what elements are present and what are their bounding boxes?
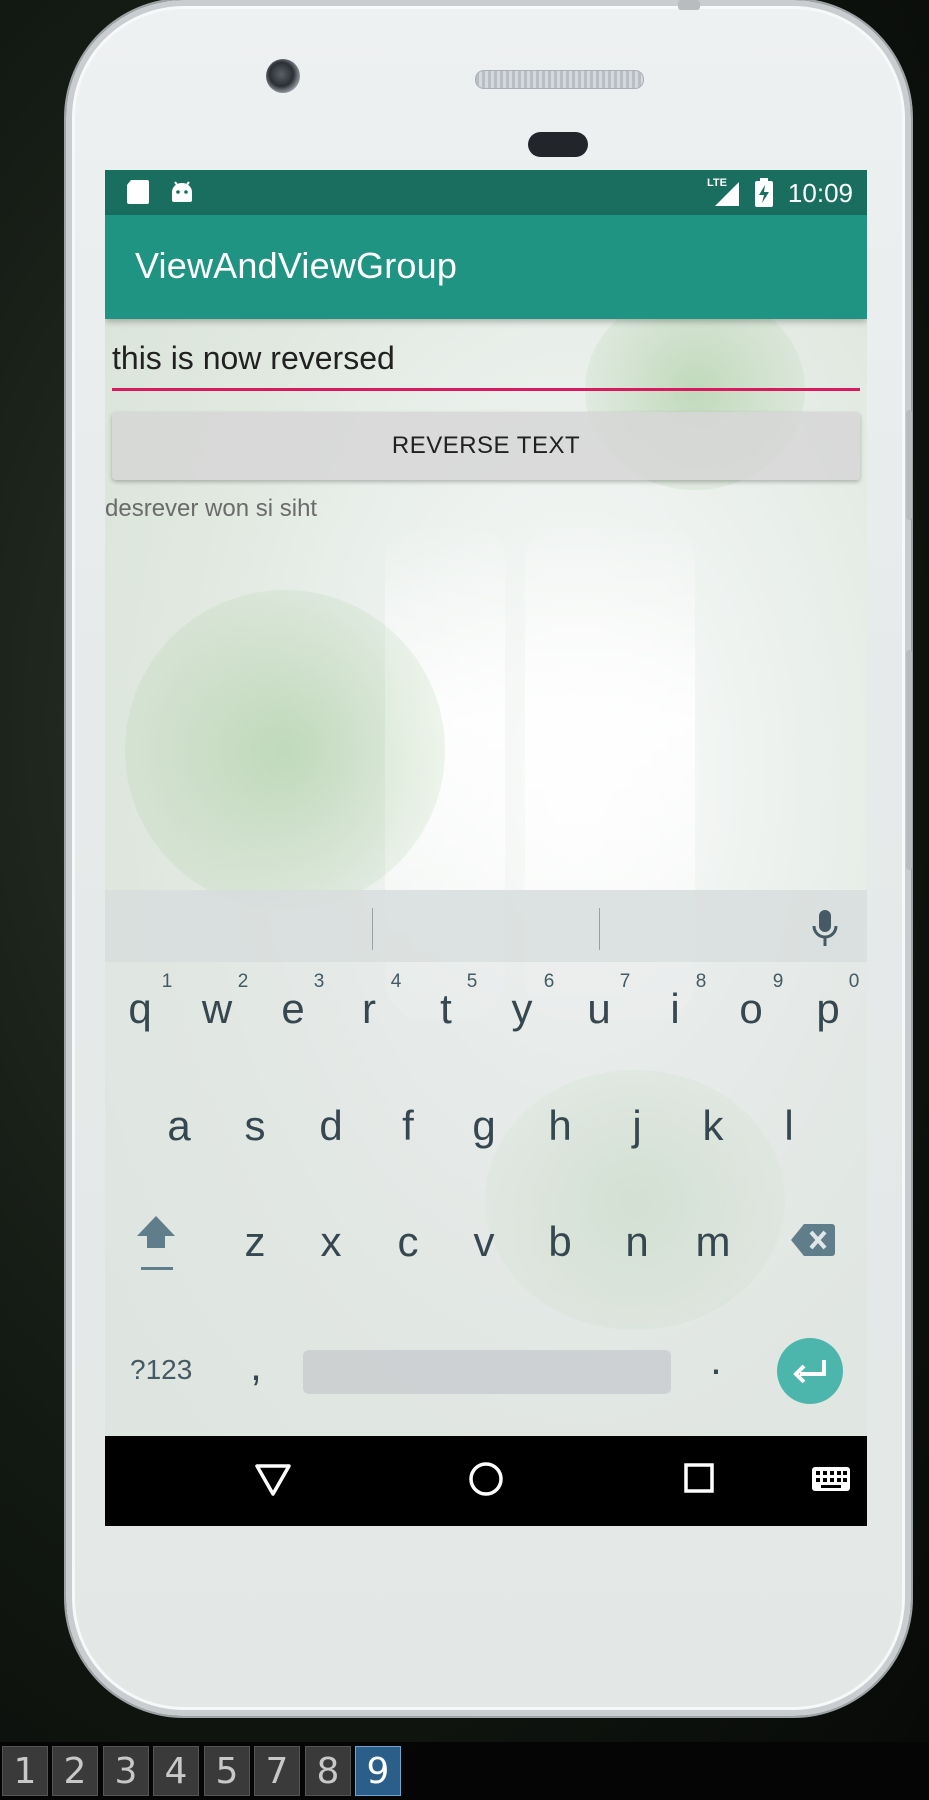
workspace-taskbar: 1 2 3 4 5 7 8 9 bbox=[0, 1742, 929, 1800]
sd-card-icon bbox=[127, 180, 149, 204]
key-l[interactable]: l bbox=[754, 1102, 824, 1150]
reverse-text-button[interactable]: REVERSE TEXT bbox=[112, 412, 860, 480]
workspace-3[interactable]: 3 bbox=[103, 1746, 149, 1796]
app-title: ViewAndViewGroup bbox=[135, 245, 458, 286]
side-button bbox=[906, 650, 912, 870]
key-hint-6: 6 bbox=[543, 971, 555, 992]
shift-icon[interactable] bbox=[133, 1212, 179, 1274]
key-space[interactable] bbox=[303, 1350, 671, 1394]
workspace-8[interactable]: 8 bbox=[305, 1746, 351, 1796]
key-g[interactable]: g bbox=[449, 1102, 519, 1150]
wallpaper-tree bbox=[125, 590, 445, 910]
workspace-2[interactable]: 2 bbox=[52, 1746, 98, 1796]
key-f[interactable]: f bbox=[373, 1102, 443, 1150]
enter-icon bbox=[793, 1360, 826, 1384]
status-time: 10:09 bbox=[787, 178, 853, 208]
keyboard-icon[interactable] bbox=[811, 1466, 851, 1494]
key-j[interactable]: j bbox=[602, 1102, 672, 1150]
front-camera bbox=[266, 59, 300, 93]
key-k[interactable]: k bbox=[678, 1102, 748, 1150]
key-b[interactable]: b bbox=[525, 1218, 595, 1266]
key-symbols[interactable]: ?123 bbox=[130, 1354, 192, 1386]
earpiece-speaker bbox=[475, 70, 644, 89]
reversed-result-text: desrever won si siht bbox=[105, 495, 318, 522]
workspace-1[interactable]: 1 bbox=[2, 1746, 48, 1796]
key-hint-0: 0 bbox=[848, 971, 860, 992]
suggestion-strip bbox=[105, 890, 867, 962]
recents-icon[interactable] bbox=[683, 1462, 715, 1494]
key-hint-2: 2 bbox=[237, 971, 249, 992]
workspace-4[interactable]: 4 bbox=[153, 1746, 199, 1796]
workspace-5[interactable]: 5 bbox=[204, 1746, 250, 1796]
text-input-value: this is now reversed bbox=[112, 340, 395, 376]
proximity-sensor bbox=[528, 132, 588, 157]
power-button bbox=[678, 0, 700, 10]
backspace-icon[interactable] bbox=[790, 1222, 836, 1258]
key-hint-5: 5 bbox=[466, 971, 478, 992]
key-z[interactable]: z bbox=[220, 1218, 290, 1266]
home-icon[interactable] bbox=[467, 1460, 505, 1498]
key-s[interactable]: s bbox=[220, 1102, 290, 1150]
key-c[interactable]: c bbox=[373, 1218, 443, 1266]
battery-charging-icon bbox=[755, 178, 773, 207]
soft-keyboard: q w e r t y u i o p 1 2 3 4 5 6 7 8 9 0 … bbox=[105, 890, 867, 1436]
navigation-bar bbox=[105, 1436, 867, 1526]
back-icon[interactable] bbox=[253, 1462, 293, 1498]
suggestion-divider bbox=[372, 908, 373, 950]
key-hint-4: 4 bbox=[390, 971, 402, 992]
key-v[interactable]: v bbox=[449, 1218, 519, 1266]
volume-button bbox=[906, 410, 912, 520]
workspace-7[interactable]: 7 bbox=[254, 1746, 300, 1796]
microphone-icon[interactable] bbox=[810, 908, 840, 950]
status-bar: LTE 10:09 bbox=[105, 170, 867, 215]
key-d[interactable]: d bbox=[296, 1102, 366, 1150]
key-a[interactable]: a bbox=[144, 1102, 214, 1150]
key-hint-1: 1 bbox=[161, 971, 173, 992]
key-hint-8: 8 bbox=[695, 971, 707, 992]
key-comma[interactable]: , bbox=[221, 1342, 291, 1390]
key-period[interactable]: . bbox=[681, 1336, 751, 1384]
key-hint-7: 7 bbox=[619, 971, 631, 992]
key-h[interactable]: h bbox=[525, 1102, 595, 1150]
key-hint-9: 9 bbox=[772, 971, 784, 992]
text-input[interactable]: this is now reversed bbox=[112, 330, 860, 391]
suggestion-divider bbox=[599, 908, 600, 950]
key-n[interactable]: n bbox=[602, 1218, 672, 1266]
key-m[interactable]: m bbox=[678, 1218, 748, 1266]
key-x[interactable]: x bbox=[296, 1218, 366, 1266]
android-icon bbox=[172, 181, 192, 202]
key-hint-3: 3 bbox=[313, 971, 325, 992]
device-screen: LTE 10:09 ViewAndViewGroup this is now r… bbox=[105, 170, 867, 1526]
signal-lte-icon bbox=[715, 182, 739, 206]
key-enter[interactable] bbox=[777, 1338, 843, 1404]
workspace-9[interactable]: 9 bbox=[355, 1746, 401, 1796]
app-bar: ViewAndViewGroup bbox=[105, 215, 867, 319]
